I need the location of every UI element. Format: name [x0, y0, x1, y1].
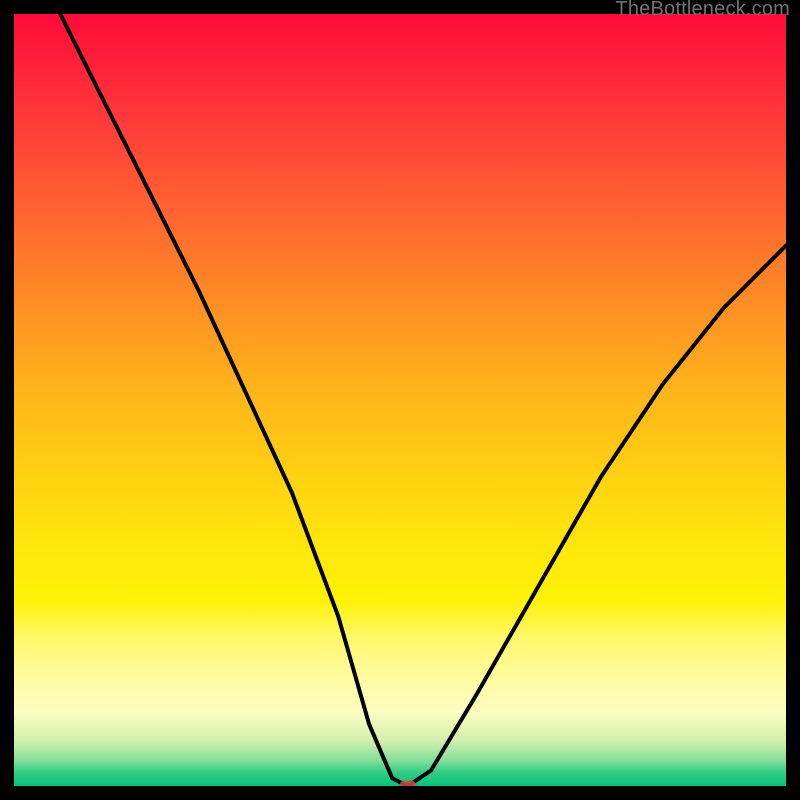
bottleneck-curve [14, 14, 786, 786]
plot-area [14, 14, 786, 786]
optimal-point-marker [399, 781, 416, 787]
chart-frame: TheBottleneck.com [0, 0, 800, 800]
watermark-text: TheBottleneck.com [615, 0, 790, 21]
